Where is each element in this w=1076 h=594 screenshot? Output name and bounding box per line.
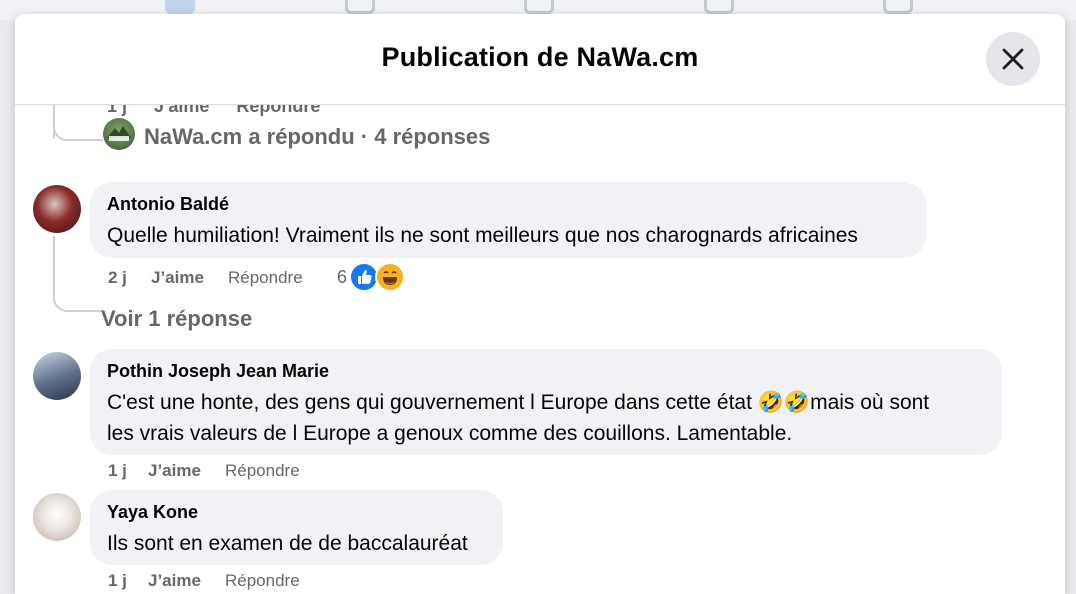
comment-time[interactable]: 2 j (108, 268, 127, 288)
marketplace-nav-icon (524, 0, 554, 14)
like-button[interactable]: J’aime (148, 461, 201, 481)
gaming-nav-icon (883, 0, 913, 14)
reply-button[interactable]: Répondre (225, 461, 300, 481)
thread-connector (53, 124, 103, 141)
home-nav-icon (165, 0, 195, 14)
comment-time[interactable]: 1 j (108, 571, 127, 591)
comment-text: Ils sont en examen de de baccalauréat (107, 532, 468, 555)
comment-actions: 1 j J’aime Répondre (108, 461, 408, 485)
rolling-laugh-emoji: 🤣🤣 (757, 391, 811, 414)
comment-time[interactable]: 1 j (108, 461, 127, 481)
avatar[interactable] (33, 493, 81, 541)
comment-author[interactable]: Pothin Joseph Jean Marie (107, 361, 329, 382)
haha-icon[interactable] (375, 262, 405, 292)
like-button[interactable]: J’aime (151, 268, 204, 288)
nawa-avatar (103, 118, 135, 150)
comment-text: Quelle humiliation! Vraiment ils ne sont… (107, 224, 858, 247)
nawa-logo-icon (107, 126, 131, 141)
video-nav-icon (345, 0, 375, 14)
comment-bubble: Antonio Baldé Quelle humiliation! Vraime… (90, 182, 926, 258)
reaction-count[interactable]: 6 (337, 267, 347, 288)
comment-text: C'est une honte, des gens qui gouverneme… (107, 391, 930, 445)
close-button[interactable] (986, 32, 1040, 86)
comment-actions: 1 j J’aime Répondre (108, 571, 408, 594)
reply-button[interactable]: Répondre (225, 571, 300, 591)
comment-author[interactable]: Yaya Kone (107, 502, 198, 523)
post-modal: Publication de NaWa.cm 1 j J'aime Répond… (15, 14, 1065, 594)
like-button[interactable]: J’aime (148, 571, 201, 591)
comment-bubble: Yaya Kone Ils sont en examen de de bacca… (90, 490, 503, 565)
nawa-reply-text[interactable]: NaWa.cm a répondu · 4 réponses (144, 124, 490, 150)
avatar[interactable] (33, 352, 81, 400)
previous-comment-meta: 1 j J'aime Répondre (107, 104, 321, 116)
comments-section: 1 j J'aime Répondre NaWa.cm a répondu · … (15, 104, 1065, 594)
view-replies-link[interactable]: Voir 1 réponse (101, 306, 252, 332)
close-icon (1002, 48, 1024, 70)
comment-author[interactable]: Antonio Baldé (107, 194, 229, 215)
modal-title: Publication de NaWa.cm (381, 42, 699, 72)
comment-bubble: Pothin Joseph Jean Marie C'est une honte… (90, 349, 1002, 455)
modal-header: Publication de NaWa.cm (15, 14, 1065, 105)
reply-button[interactable]: Répondre (228, 268, 303, 288)
avatar[interactable] (33, 185, 81, 233)
groups-nav-icon (704, 0, 734, 14)
